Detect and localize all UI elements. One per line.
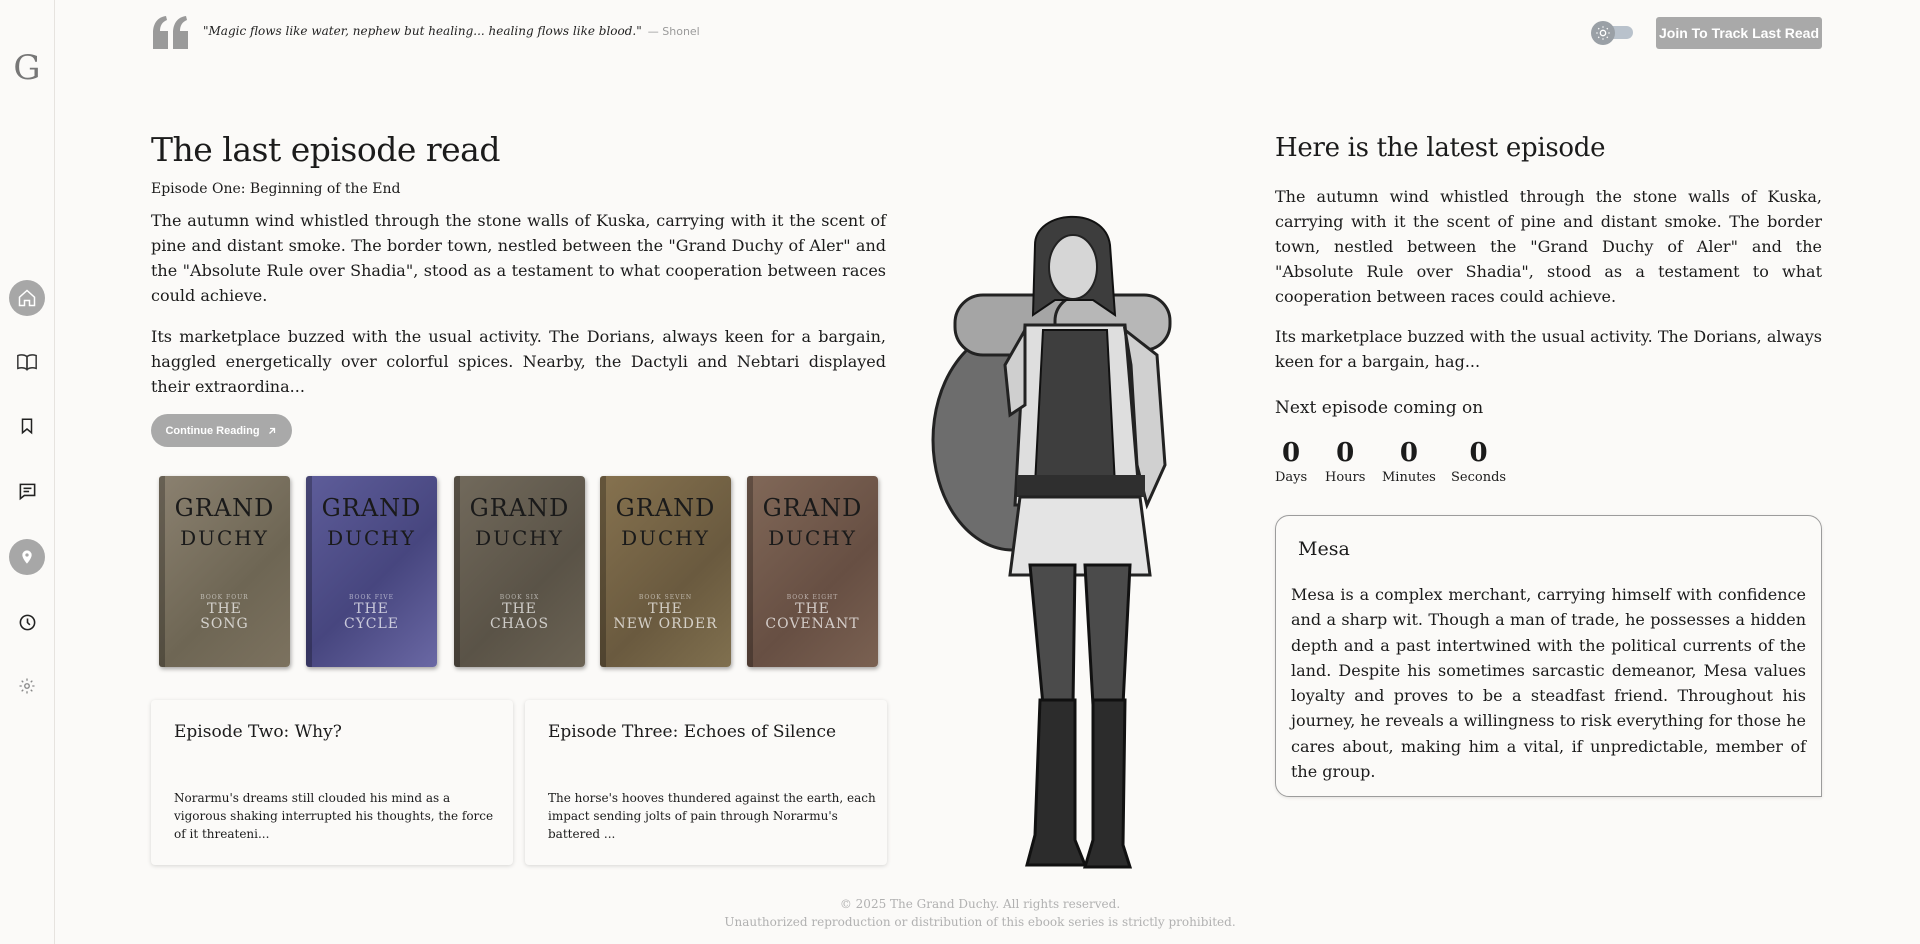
latest-episode-paragraph-1: The autumn wind whistled through the sto…: [1275, 187, 1822, 306]
sun-icon: [1596, 26, 1610, 40]
book-cover[interactable]: GRAND DUCHY BOOK EIGHT THE COVENANT: [747, 476, 878, 667]
episode-card-title: Episode Two: Why?: [174, 722, 342, 742]
sidebar-item-map[interactable]: [9, 539, 45, 575]
character-illustration: [931, 215, 1172, 869]
book-volume: BOOK SIX: [499, 594, 540, 601]
book-volume: BOOK FOUR: [200, 594, 249, 601]
episode-card-title: Episode Three: Echoes of Silence: [548, 722, 837, 742]
sidebar-item-settings[interactable]: [9, 668, 45, 704]
book-series-line2: DUCHY: [180, 526, 269, 550]
book-cover[interactable]: GRAND DUCHY BOOK FOUR THE SONG: [159, 476, 290, 667]
next-episode-label: Next episode coming on: [1275, 398, 1484, 418]
comment-icon: [19, 483, 35, 500]
last-read-episode-title[interactable]: Episode One: Beginning of the End: [151, 181, 401, 197]
character-name: Mesa: [1298, 538, 1350, 560]
sidebar-item-comments[interactable]: [9, 473, 45, 509]
latest-episode-heading: Here is the latest episode: [1275, 133, 1606, 163]
episode-card-excerpt: Norarmu's dreams still clouded his mind …: [174, 791, 494, 841]
arrow-up-right-icon: [268, 427, 275, 434]
footer: © 2025 The Grand Duchy. All rights reser…: [700, 895, 1260, 931]
footer-notice: Unauthorized reproduction or distributio…: [724, 915, 1236, 929]
continue-reading-button[interactable]: Continue Reading: [151, 414, 292, 447]
book-series-line2: DUCHY: [768, 526, 857, 550]
last-read-paragraph-1: The autumn wind whistled through the sto…: [151, 211, 886, 305]
clock-icon: [19, 614, 35, 630]
book-series-line1: GRAND: [762, 494, 863, 522]
location-pin-icon: [22, 550, 32, 564]
countdown-minutes: 0 Minutes: [1382, 438, 1436, 485]
countdown-days: 0 Days: [1275, 438, 1308, 485]
sidebar-item-home[interactable]: [9, 280, 45, 316]
last-read-heading: The last episode read: [151, 130, 500, 169]
theme-toggle[interactable]: [1591, 21, 1635, 45]
latest-episode-paragraph-2: Its marketplace buzzed with the usual ac…: [1275, 327, 1822, 371]
book-series-line1: GRAND: [469, 494, 570, 522]
book-volume: BOOK FIVE: [349, 594, 394, 601]
book-series-line1: GRAND: [615, 494, 716, 522]
book-title: THE CHAOS: [489, 601, 550, 632]
episode-card-excerpt: The horse's hooves thundered against the…: [548, 791, 876, 841]
book-title: THE CYCLE: [344, 601, 399, 632]
header-quote: "Magic flows like water, nephew but heal…: [203, 24, 700, 38]
sidebar-item-history[interactable]: [9, 604, 45, 640]
book-open-icon: [17, 354, 37, 371]
book-series-line2: DUCHY: [327, 526, 416, 550]
book-volume: BOOK EIGHT: [786, 594, 839, 601]
episode-card[interactable]: Episode Three: Echoes of Silence The hor…: [525, 700, 887, 865]
bookmark-icon: [21, 418, 33, 435]
gear-icon: [19, 678, 35, 694]
toggle-knob: [1591, 21, 1615, 45]
book-cover[interactable]: GRAND DUCHY BOOK SIX THE CHAOS: [454, 476, 585, 667]
footer-copyright: © 2025 The Grand Duchy. All rights reser…: [839, 897, 1121, 911]
book-title: THE SONG: [200, 601, 249, 632]
book-series-line1: GRAND: [321, 494, 422, 522]
book-cover[interactable]: GRAND DUCHY BOOK SEVEN THE NEW ORDER: [600, 476, 731, 667]
book-title: THE NEW ORDER: [613, 601, 718, 632]
countdown-seconds: 0 Seconds: [1451, 438, 1507, 485]
continue-reading-label: Continue Reading: [165, 424, 260, 437]
last-read-paragraph-2: Its marketplace buzzed with the usual ac…: [151, 327, 886, 396]
quote-text: "Magic flows like water, nephew but heal…: [203, 24, 642, 38]
book-cover[interactable]: GRAND DUCHY BOOK FIVE THE CYCLE: [306, 476, 437, 667]
quote-author: — Shonel: [647, 25, 700, 38]
quote-mark-icon: [153, 16, 188, 49]
book-series-line2: DUCHY: [621, 526, 710, 550]
book-title: THE COVENANT: [765, 601, 860, 632]
book-series-line1: GRAND: [174, 494, 275, 522]
home-icon: [18, 289, 36, 307]
book-series-line2: DUCHY: [475, 526, 564, 550]
join-button[interactable]: Join To Track Last Read: [1656, 17, 1822, 49]
episode-card[interactable]: Episode Two: Why? Norarmu's dreams still…: [151, 700, 513, 865]
character-card: Mesa Mesa is a complex merchant, carryin…: [1275, 515, 1822, 797]
sidebar: G: [0, 0, 55, 944]
character-description: Mesa is a complex merchant, carrying him…: [1291, 585, 1806, 782]
book-volume: BOOK SEVEN: [638, 594, 693, 601]
site-logo[interactable]: G: [10, 48, 44, 88]
sidebar-item-bookmarks[interactable]: [9, 408, 45, 444]
countdown-hours: 0 Hours: [1325, 438, 1366, 485]
sidebar-item-library[interactable]: [9, 344, 45, 380]
